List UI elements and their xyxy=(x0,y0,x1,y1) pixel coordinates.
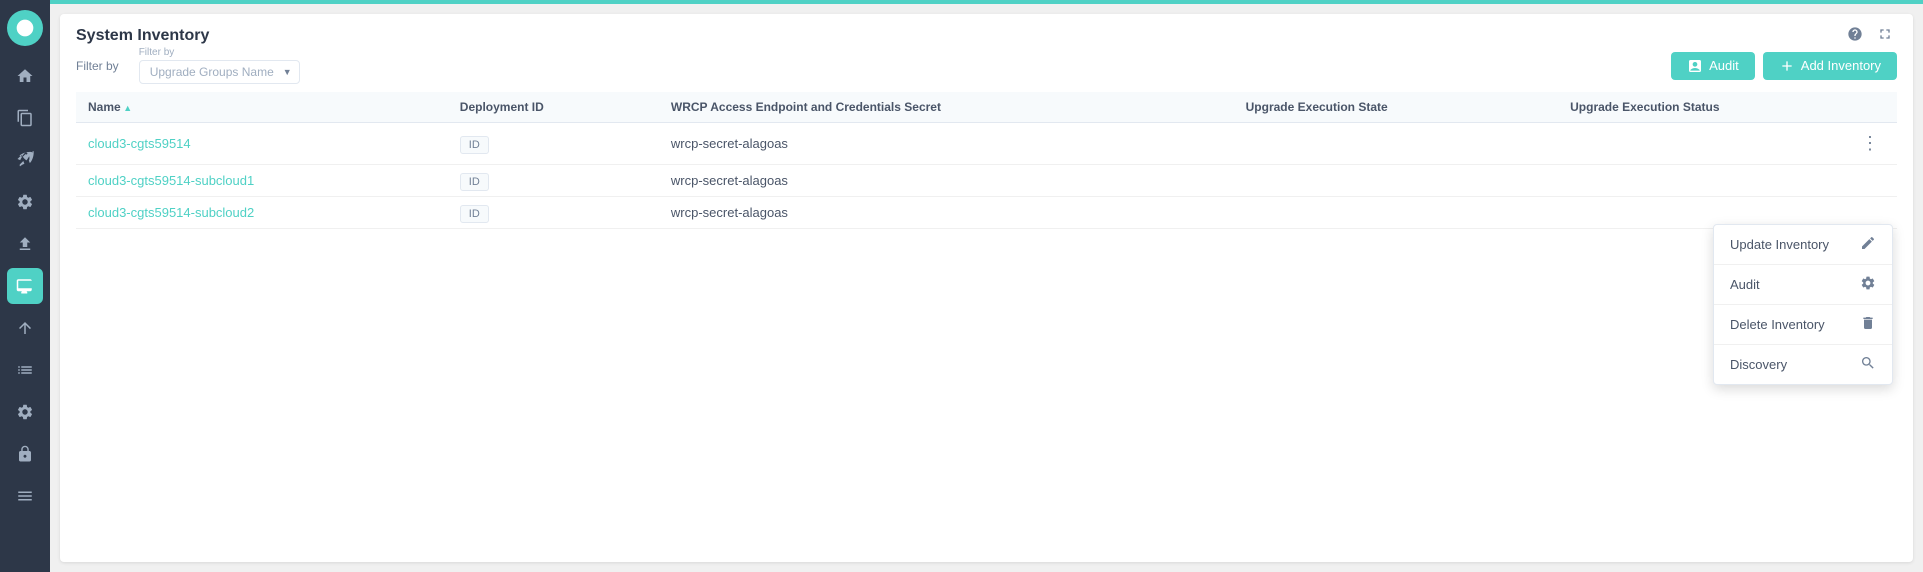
filter-select-wrapper: Upgrade Groups Name xyxy=(139,60,300,84)
table-row: cloud3-cgts59514 ID wrcp-secret-alagoas … xyxy=(76,123,1897,165)
sidebar-item-menu[interactable] xyxy=(7,478,43,514)
row-state-2 xyxy=(1234,165,1558,197)
table-row: cloud3-cgts59514-subcloud2 ID wrcp-secre… xyxy=(76,197,1897,229)
inventory-table: Name Deployment ID WRCP Access Endpoint … xyxy=(76,92,1897,229)
audit-button[interactable]: Audit xyxy=(1671,52,1755,80)
row-secret-2: wrcp-secret-alagoas xyxy=(659,165,1234,197)
help-button[interactable] xyxy=(1843,24,1867,47)
row-state-3 xyxy=(1234,197,1558,229)
row-name-3: cloud3-cgts59514-subcloud2 xyxy=(76,197,448,229)
upgrade-groups-select[interactable]: Upgrade Groups Name xyxy=(139,60,300,84)
action-buttons: Audit Add Inventory xyxy=(1671,52,1897,80)
col-deployment-id: Deployment ID xyxy=(448,92,659,123)
sidebar-item-home[interactable] xyxy=(7,58,43,94)
edit-icon xyxy=(1860,235,1876,254)
row-secret-1: wrcp-secret-alagoas xyxy=(659,123,1234,165)
table-body: cloud3-cgts59514 ID wrcp-secret-alagoas … xyxy=(76,123,1897,229)
delete-inventory-label: Delete Inventory xyxy=(1730,317,1825,332)
row-deployment-id-3: ID xyxy=(448,197,659,229)
filter-action-row: Filter by Filter by Upgrade Groups Name xyxy=(60,47,1913,92)
row-status-2 xyxy=(1558,165,1897,197)
col-execution-status: Upgrade Execution Status xyxy=(1558,92,1897,123)
context-menu: Update Inventory Audit Delete Inventory … xyxy=(1713,224,1893,385)
sidebar-item-arrow-up[interactable] xyxy=(7,310,43,346)
col-execution-state: Upgrade Execution State xyxy=(1234,92,1558,123)
row-state-1 xyxy=(1234,123,1558,165)
context-menu-discovery[interactable]: Discovery xyxy=(1714,345,1892,384)
sidebar-item-rocket[interactable] xyxy=(7,142,43,178)
row-menu-button-1[interactable]: ⋮ xyxy=(1855,131,1885,156)
id-badge-1[interactable]: ID xyxy=(460,136,489,154)
table-header: Name Deployment ID WRCP Access Endpoint … xyxy=(76,92,1897,123)
add-inventory-button[interactable]: Add Inventory xyxy=(1763,52,1897,80)
id-badge-2[interactable]: ID xyxy=(460,173,489,191)
page-title: System Inventory xyxy=(76,27,209,45)
sidebar-item-settings[interactable] xyxy=(7,184,43,220)
filter-label: Filter by xyxy=(76,59,119,73)
table-row: cloud3-cgts59514-subcloud1 ID wrcp-secre… xyxy=(76,165,1897,197)
context-menu-delete-inventory[interactable]: Delete Inventory xyxy=(1714,305,1892,345)
sidebar xyxy=(0,0,50,572)
row-name-2: cloud3-cgts59514-subcloud1 xyxy=(76,165,448,197)
search-icon xyxy=(1860,355,1876,374)
row-deployment-id-1: ID xyxy=(448,123,659,165)
col-wrcp: WRCP Access Endpoint and Credentials Sec… xyxy=(659,92,1234,123)
context-menu-audit[interactable]: Audit xyxy=(1714,265,1892,305)
row-secret-3: wrcp-secret-alagoas xyxy=(659,197,1234,229)
filter-section: Filter by Filter by Upgrade Groups Name xyxy=(76,47,300,84)
sidebar-item-lock[interactable] xyxy=(7,436,43,472)
audit-icon xyxy=(1687,58,1703,74)
sidebar-item-copy[interactable] xyxy=(7,100,43,136)
logo xyxy=(7,10,43,46)
filter-sublabel: Filter by xyxy=(139,47,300,58)
sidebar-item-list[interactable] xyxy=(7,352,43,388)
audit-settings-icon xyxy=(1860,275,1876,294)
id-badge-3[interactable]: ID xyxy=(460,205,489,223)
add-icon xyxy=(1779,58,1795,74)
sidebar-item-monitor[interactable] xyxy=(7,268,43,304)
col-name[interactable]: Name xyxy=(76,92,448,123)
inventory-link-3[interactable]: cloud3-cgts59514-subcloud2 xyxy=(88,205,254,220)
trash-icon xyxy=(1860,315,1876,334)
header-icons xyxy=(1843,24,1897,47)
page-header: System Inventory xyxy=(60,14,1913,47)
context-menu-update-inventory[interactable]: Update Inventory xyxy=(1714,225,1892,265)
row-name-1: cloud3-cgts59514 xyxy=(76,123,448,165)
row-deployment-id-2: ID xyxy=(448,165,659,197)
inventory-link-1[interactable]: cloud3-cgts59514 xyxy=(88,136,191,151)
row-status-1: ⋮ xyxy=(1558,123,1897,165)
sidebar-item-upload[interactable] xyxy=(7,226,43,262)
table-container: Name Deployment ID WRCP Access Endpoint … xyxy=(60,92,1913,562)
expand-button[interactable] xyxy=(1873,24,1897,47)
sidebar-item-gear[interactable] xyxy=(7,394,43,430)
inventory-link-2[interactable]: cloud3-cgts59514-subcloud1 xyxy=(88,173,254,188)
page-container: System Inventory Filter by Filter by xyxy=(60,14,1913,562)
main-content: System Inventory Filter by Filter by xyxy=(50,0,1923,572)
